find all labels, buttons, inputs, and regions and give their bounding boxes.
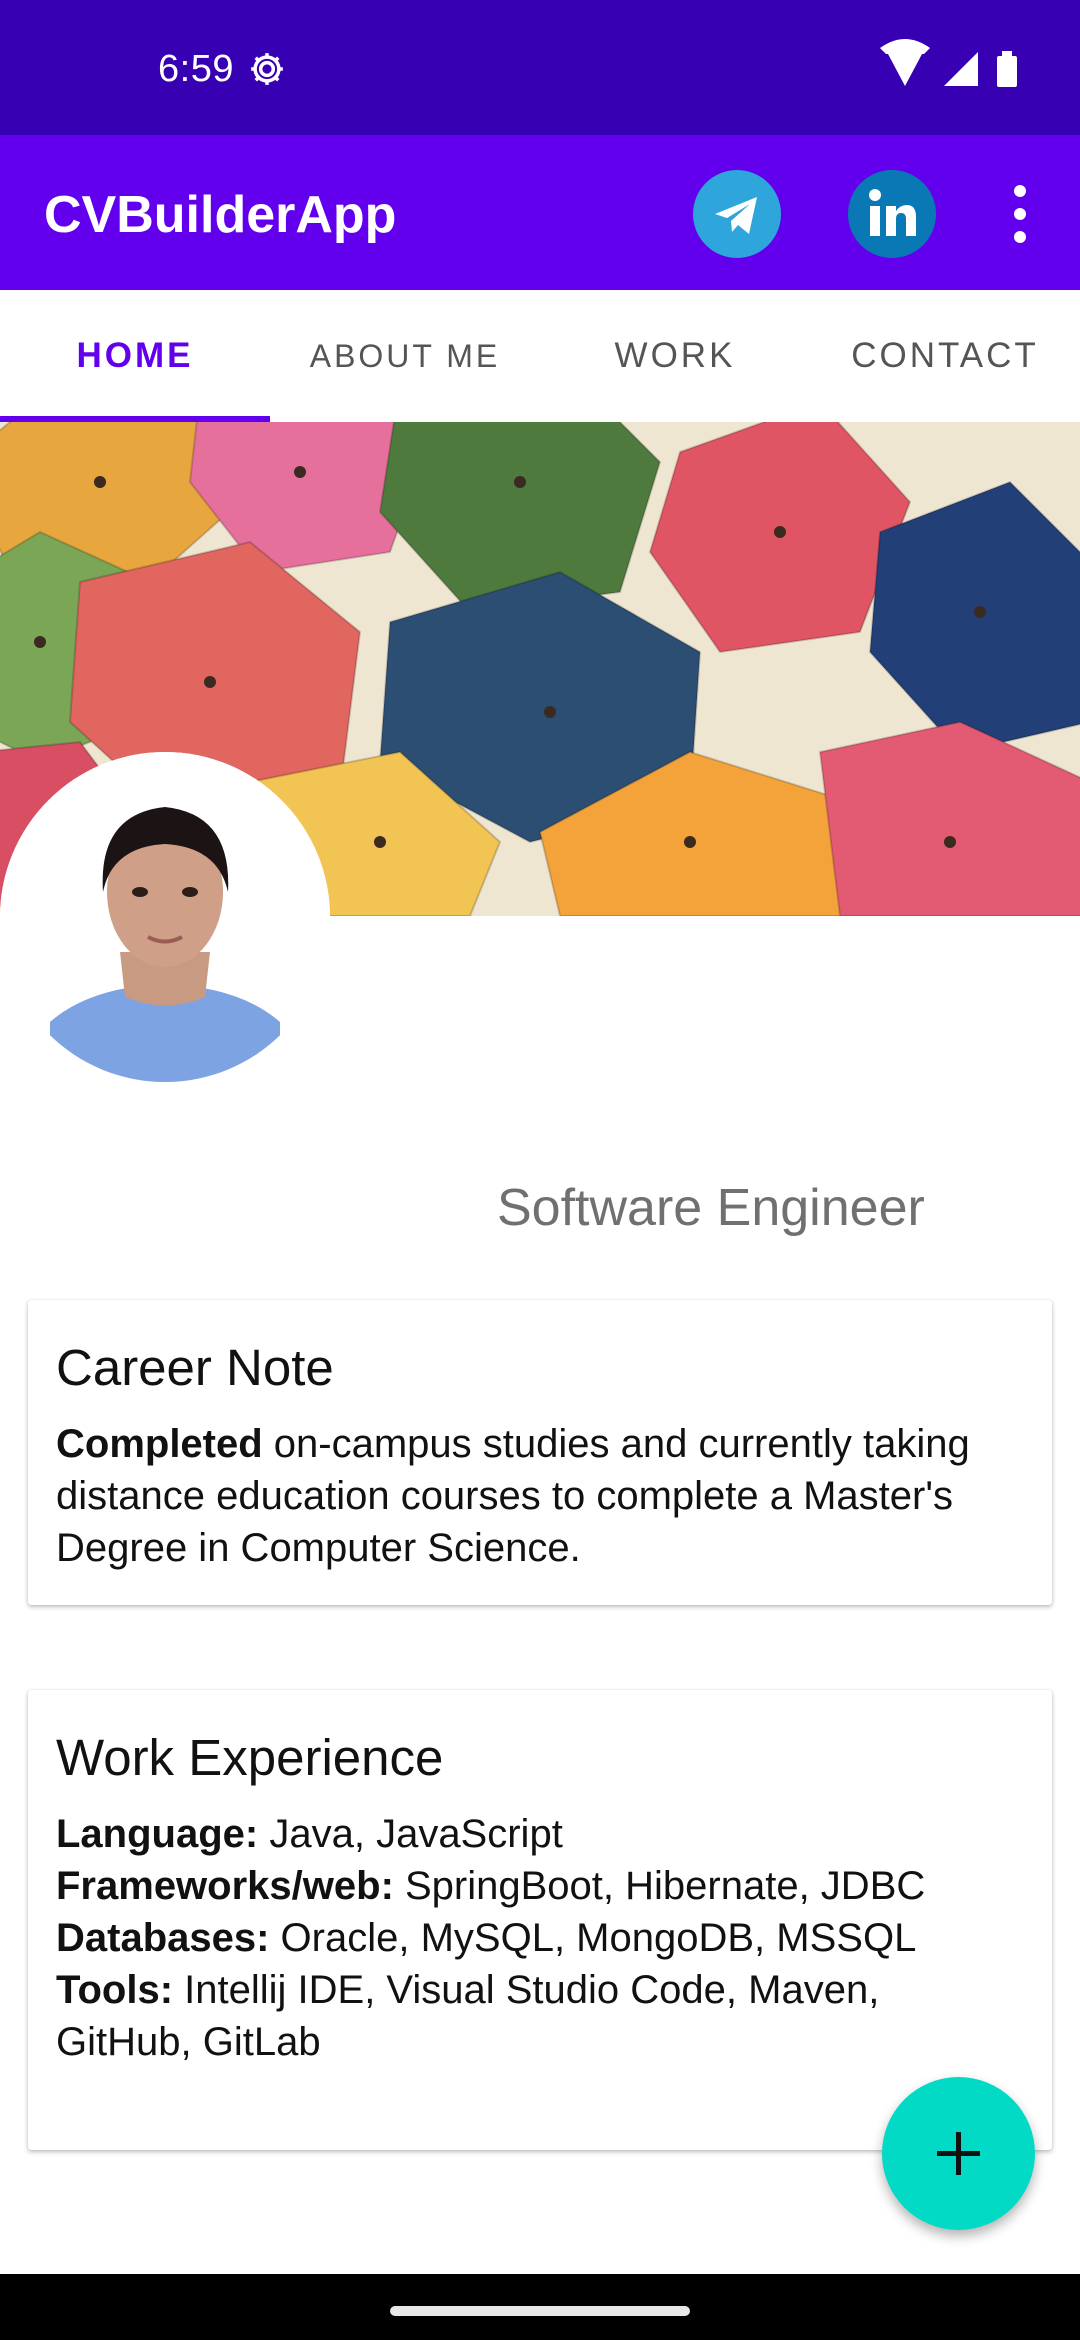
work-row-language: Language: Java, JavaScript bbox=[56, 1808, 1024, 1860]
work-row-value: Java, JavaScript bbox=[258, 1812, 563, 1856]
work-row-value: Intellij IDE, Visual Studio Code, Maven,… bbox=[56, 1968, 880, 2064]
tab-work[interactable]: WORK bbox=[540, 290, 810, 422]
tab-contact[interactable]: CONTACT bbox=[810, 290, 1080, 422]
work-row-frameworks: Frameworks/web: SpringBoot, Hibernate, J… bbox=[56, 1860, 1024, 1912]
career-note-title: Career Note bbox=[56, 1339, 334, 1396]
linkedin-button[interactable] bbox=[848, 170, 936, 258]
home-gesture-handle[interactable] bbox=[390, 2306, 690, 2316]
career-note-bold-lead: Completed bbox=[56, 1422, 263, 1466]
work-experience-title: Work Experience bbox=[56, 1729, 444, 1786]
work-row-value: SpringBoot, Hibernate, JDBC bbox=[393, 1864, 926, 1908]
status-bar: 6:59 bbox=[0, 0, 1080, 135]
tab-bar: HOME ABOUT ME WORK CONTACT bbox=[0, 290, 1080, 422]
tab-home[interactable]: HOME bbox=[0, 290, 270, 422]
work-row-value: Oracle, MySQL, MongoDB, MSSQL bbox=[269, 1916, 917, 1960]
status-icons bbox=[880, 39, 1017, 87]
profile-avatar[interactable] bbox=[0, 752, 330, 1082]
telegram-icon bbox=[715, 197, 757, 234]
career-note-text: Completed on-campus studies and currentl… bbox=[56, 1418, 1024, 1574]
career-note-card: Career Note Completed on-campus studies … bbox=[28, 1300, 1052, 1605]
profile-subtitle: Software Engineer bbox=[497, 1179, 925, 1237]
battery-icon bbox=[997, 51, 1017, 87]
signal-icon bbox=[944, 52, 978, 86]
linkedin-icon bbox=[869, 189, 916, 236]
add-fab-button[interactable] bbox=[882, 2077, 1035, 2230]
app-bar: CVBuilderApp bbox=[0, 135, 1080, 290]
status-time: 6:59 bbox=[158, 48, 234, 90]
work-row-databases: Databases: Oracle, MySQL, MongoDB, MSSQL bbox=[56, 1912, 1024, 1964]
wifi-icon bbox=[880, 39, 930, 86]
work-row-label: Language: bbox=[56, 1812, 259, 1856]
overflow-menu-icon[interactable] bbox=[1000, 179, 1040, 249]
work-row-tools: Tools: Intellij IDE, Visual Studio Code,… bbox=[56, 1964, 1024, 2068]
work-row-label: Tools: bbox=[56, 1968, 174, 2012]
work-row-label: Frameworks/web: bbox=[56, 1864, 394, 1908]
plus-icon bbox=[937, 2132, 980, 2175]
gear-icon bbox=[251, 53, 283, 85]
work-row-label: Databases: bbox=[56, 1916, 270, 1960]
work-experience-list: Language: Java, JavaScript Frameworks/we… bbox=[56, 1808, 1024, 2068]
app-title: CVBuilderApp bbox=[44, 186, 397, 244]
telegram-button[interactable] bbox=[693, 170, 781, 258]
tab-about-me[interactable]: ABOUT ME bbox=[270, 290, 540, 422]
